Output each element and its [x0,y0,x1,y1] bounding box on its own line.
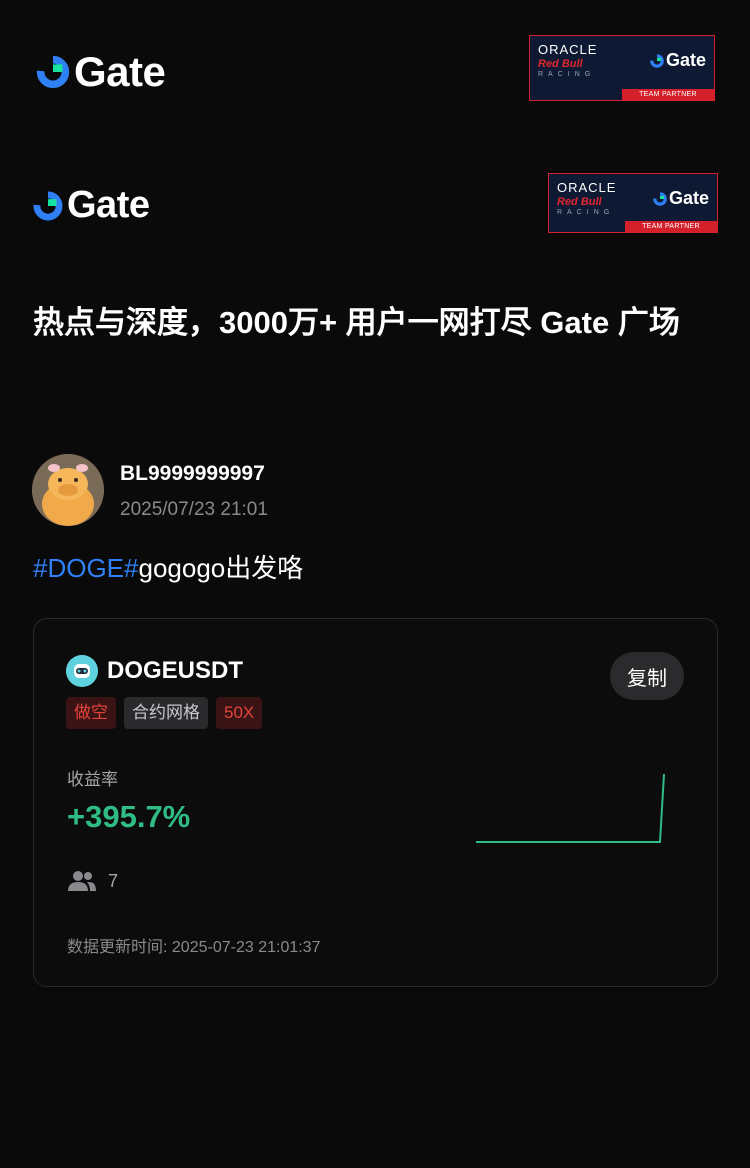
yield-label: 收益率 [67,770,118,789]
yield-value: +395.7% [67,799,191,834]
team-partner-badge: ORACLE Red Bull RACING Gate TEAM PARTNER [529,35,715,101]
post-text: gogogo出发咯 [138,553,304,583]
avatar[interactable] [32,454,104,526]
oracle-text: ORACLE [538,42,598,57]
content-logo-row: Gate ORACLE Red Bull RACING Gate TEAM PA… [0,165,750,245]
racing-text: RACING [538,71,596,78]
hashtag-link[interactable]: #DOGE# [33,553,139,583]
tag-contract-grid: 合约网格 [124,697,208,729]
gate-small-icon [653,191,667,206]
redbull-text: Red Bull [538,58,583,70]
page-headline: 热点与深度，3000万+ 用户一网打尽 Gate 广场 [33,305,680,340]
racing-text: RACING [557,209,615,216]
robot-icon [66,655,98,687]
gate-logo: Gate [34,48,166,96]
trading-pair: DOGEUSDT [66,655,243,687]
gate-logo: Gate [31,184,150,227]
oracle-text: ORACLE [557,180,617,195]
data-updated: 数据更新时间: 2025-07-23 21:01:37 [67,933,320,957]
strategy-card[interactable]: DOGEUSDT 复制 做空 合约网格 50X 收益率 +395.7% 7 数据… [33,618,718,987]
gate-logo-text: Gate [67,184,150,226]
redbull-text: Red Bull [557,196,602,208]
users-icon [68,871,96,891]
team-partner-badge: ORACLE Red Bull RACING Gate TEAM PARTNER [548,173,718,233]
tag-leverage: 50X [216,697,263,729]
tag-short: 做空 [66,697,116,729]
copy-button[interactable]: 复制 [610,652,684,700]
avatar-image [32,454,104,526]
post-author[interactable]: BL9999999997 2025/07/23 21:01 [32,454,712,526]
header-logo-row: Gate ORACLE Red Bull RACING Gate TEAM PA… [0,28,750,108]
team-partner-label: TEAM PARTNER [622,89,714,100]
gate-logo-icon [36,55,70,89]
updated-time: 2025-07-23 21:01:37 [171,939,321,956]
partner-gate-text: Gate [665,50,706,70]
users-count: 7 [108,870,119,891]
partner-gate-text: Gate [668,188,709,208]
yield-sparkline [476,773,665,843]
post-body: #DOGE#gogogo出发咯 [33,548,303,585]
username[interactable]: BL9999999997 [120,462,265,486]
updated-label: 数据更新时间: [67,939,168,956]
pair-name: DOGEUSDT [107,657,244,684]
team-partner-label: TEAM PARTNER [625,221,717,232]
gate-logo-icon [33,191,63,220]
gate-small-icon [650,53,664,68]
gate-logo-text: Gate [74,48,166,95]
strategy-tags: 做空 合约网格 50X [66,697,263,729]
copy-users: 7 [67,869,118,893]
post-timestamp: 2025/07/23 21:01 [120,499,268,520]
